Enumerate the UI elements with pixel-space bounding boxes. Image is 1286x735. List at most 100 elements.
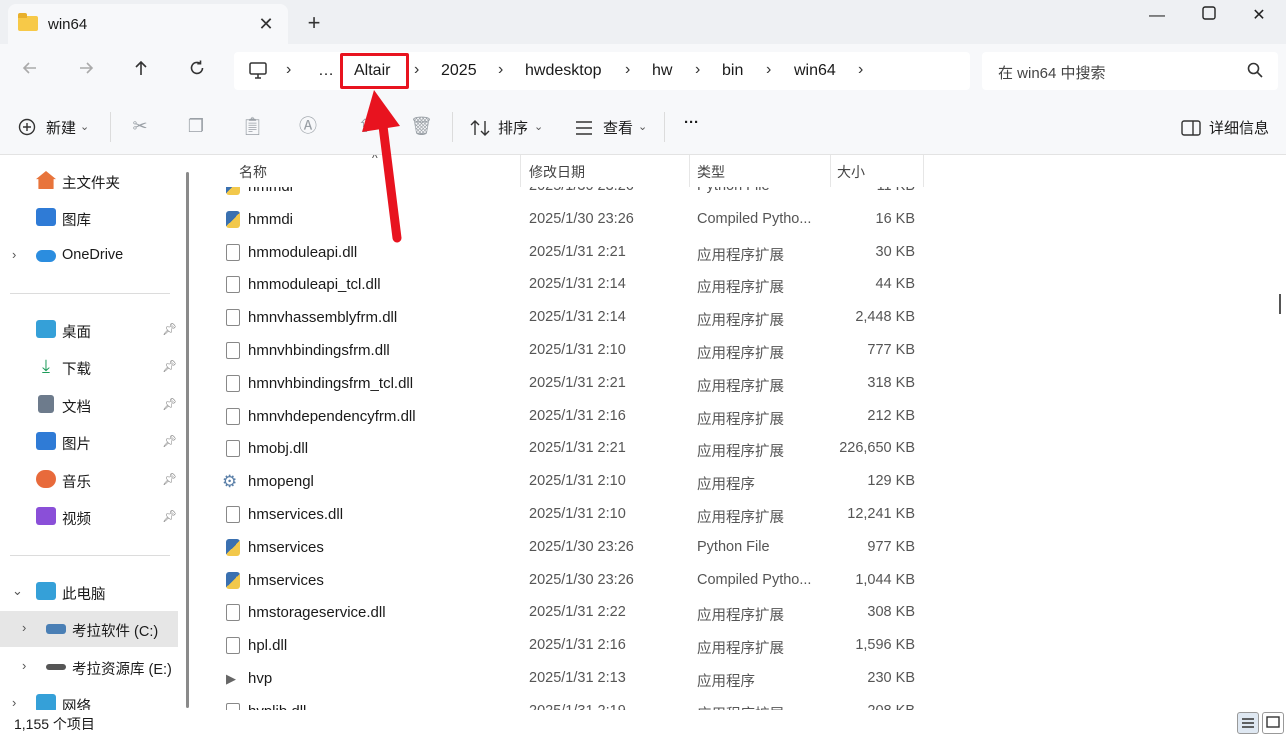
file-row[interactable]: hmmdi 2025/1/30 23:26 Python File 11 KB	[220, 187, 920, 203]
search-box[interactable]: 在 win64 中搜索	[982, 52, 1278, 90]
chevron-right-icon[interactable]: ›	[12, 695, 16, 710]
file-row[interactable]: hmnvhbindingsfrm.dll 2025/1/31 2:10 应用程序扩展…	[220, 334, 920, 367]
cut-icon[interactable]: ✂	[129, 115, 151, 137]
tab-close-button[interactable]: ✕	[254, 12, 278, 36]
file-row[interactable]: hvplib.dll 2025/1/31 2:19 应用程序扩展 208 KB	[220, 695, 920, 710]
search-input[interactable]: 在 win64 中搜索	[998, 62, 1106, 83]
tab-win64[interactable]: win64 ✕	[8, 4, 288, 44]
refresh-icon	[190, 60, 204, 75]
file-size: 230 KB	[867, 670, 915, 686]
more-options-button[interactable]: ···	[684, 114, 699, 131]
breadcrumb-more[interactable]: …	[318, 62, 334, 80]
chevron-right-icon[interactable]: ›	[12, 247, 16, 262]
sidebar-item-documents[interactable]: 文档 📌︎	[0, 387, 182, 423]
column-header-type[interactable]: 类型	[697, 162, 725, 182]
column-divider[interactable]	[830, 155, 831, 187]
column-header-size[interactable]: 大小	[837, 162, 865, 182]
sidebar-item-videos[interactable]: 视频 📌︎	[0, 499, 182, 535]
sort-icon	[470, 120, 490, 136]
close-window-button[interactable]: ✕	[1236, 2, 1282, 32]
dll-file-icon	[226, 374, 240, 392]
new-tab-button[interactable]: +	[300, 10, 328, 38]
file-date: 2025/1/30 23:26	[529, 538, 634, 555]
file-list-scrollbar[interactable]	[1279, 294, 1281, 314]
chevron-down-icon: ⌄	[80, 121, 90, 133]
monitor-icon	[249, 62, 267, 79]
column-header-date[interactable]: 修改日期	[529, 162, 585, 182]
file-row[interactable]: hmnvhassemblyfrm.dll 2025/1/31 2:14 应用程序扩展…	[220, 301, 920, 334]
file-row[interactable]: hmservices 2025/1/30 23:26 Python File 977 …	[220, 531, 920, 564]
sidebar-scrollbar[interactable]	[186, 172, 189, 708]
file-row[interactable]: hmnvhbindingsfrm_tcl.dll 2025/1/31 2:21 应用…	[220, 367, 920, 400]
chevron-right-icon[interactable]: ›	[22, 620, 26, 635]
file-row[interactable]: hmmoduleapi_tcl.dll 2025/1/31 2:14 应用程序扩展 4…	[220, 268, 920, 301]
sidebar-item-drive-e[interactable]: › 考拉资源库 (E:)	[0, 649, 182, 685]
sidebar-item-pictures[interactable]: 图片 📌︎	[0, 424, 182, 460]
copy-icon[interactable]: ❐	[185, 115, 207, 137]
rename-icon[interactable]: Ⓐ	[297, 115, 319, 137]
breadcrumb-win64[interactable]: win64	[794, 62, 836, 80]
details-view-button[interactable]	[1237, 712, 1259, 734]
file-row[interactable]: hmobj.dll 2025/1/31 2:21 应用程序扩展 226,650 KB	[220, 432, 920, 465]
maximize-button[interactable]	[1186, 2, 1232, 32]
view-button[interactable]: 查看	[603, 117, 633, 138]
command-bar: 新建 ⌄ ✂ ❐ 📋︎ Ⓐ ⇪ 🗑︎ 排序 ⌄ 查看 ⌄ ··· 详细信息	[0, 100, 1286, 155]
chevron-down-icon[interactable]: ⌄	[12, 583, 23, 599]
column-header-name[interactable]: 名称	[239, 162, 267, 182]
breadcrumb-bin[interactable]: bin	[722, 62, 743, 80]
sidebar-item-home[interactable]: 主文件夹	[0, 163, 182, 199]
breadcrumb-hw[interactable]: hw	[652, 62, 672, 80]
up-button[interactable]	[127, 58, 155, 86]
minimize-button[interactable]: —	[1134, 2, 1180, 32]
file-row[interactable]: hmservices 2025/1/30 23:26 Compiled Pytho.…	[220, 564, 920, 597]
file-date: 2025/1/31 2:10	[529, 473, 626, 490]
sort-button[interactable]: 排序	[498, 117, 528, 138]
sidebar-item-desktop[interactable]: 桌面 📌︎	[0, 312, 182, 348]
file-date: 2025/1/30 23:26	[529, 210, 634, 227]
breadcrumb-2025[interactable]: 2025	[441, 62, 477, 80]
paste-icon[interactable]: 📋︎	[241, 115, 264, 137]
column-divider[interactable]	[689, 155, 690, 187]
column-divider[interactable]	[520, 155, 521, 187]
file-row[interactable]: hmmdi 2025/1/30 23:26 Compiled Pytho... 16 …	[220, 203, 920, 236]
file-type: Python File	[697, 187, 770, 194]
file-name: hmmoduleapi.dll	[248, 243, 358, 261]
file-row[interactable]: hmmoduleapi.dll 2025/1/31 2:21 应用程序扩展 30 KB	[220, 236, 920, 269]
breadcrumb-hwdesktop[interactable]: hwdesktop	[525, 62, 602, 80]
sidebar-item-onedrive[interactable]: › OneDrive	[0, 238, 182, 274]
sidebar-item-network[interactable]: › 网络	[0, 686, 182, 710]
back-button[interactable]	[16, 58, 44, 86]
file-type: 应用程序扩展	[697, 280, 784, 297]
sidebar-item-this-pc[interactable]: ⌄ 此电脑	[0, 574, 182, 610]
download-icon: ⤓	[42, 356, 50, 376]
chevron-right-icon[interactable]: ›	[22, 658, 26, 673]
dll-file-icon	[226, 604, 240, 622]
refresh-button[interactable]	[183, 58, 211, 86]
file-name: hvplib.dll	[248, 703, 306, 710]
file-row[interactable]: hpl.dll 2025/1/31 2:16 应用程序扩展 1,596 KB	[220, 629, 920, 662]
file-row[interactable]: hmstorageservice.dll 2025/1/31 2:22 应用程序扩展…	[220, 596, 920, 629]
forward-button[interactable]	[72, 58, 100, 86]
sidebar-item-gallery[interactable]: 图库	[0, 200, 182, 236]
video-icon	[36, 507, 56, 525]
file-row[interactable]: ⚙ hmopengl 2025/1/31 2:10 应用程序 129 KB	[220, 465, 920, 498]
file-date: 2025/1/31 2:21	[529, 243, 626, 260]
file-rows: hmmdi2025/1/30 23:26Python File11 KBhmmd…	[200, 187, 1280, 710]
file-size: 226,650 KB	[839, 440, 915, 457]
new-button[interactable]: 新建	[46, 117, 76, 138]
file-row[interactable]: ▶ hvp 2025/1/31 2:13 应用程序 230 KB	[220, 662, 920, 695]
sidebar-item-music[interactable]: 音乐 📌︎	[0, 462, 182, 498]
column-divider[interactable]	[923, 155, 924, 187]
file-date: 2025/1/31 2:10	[529, 506, 626, 522]
plus-circle-icon	[18, 118, 36, 136]
sidebar-item-drive-c[interactable]: › 考拉软件 (C:)	[0, 611, 178, 647]
cloud-icon	[36, 250, 56, 262]
pin-icon: 📌︎	[162, 359, 178, 373]
file-row[interactable]: hmnvhdependencyfrm.dll 2025/1/31 2:16 应用程序…	[220, 400, 920, 433]
file-row[interactable]: hmservices.dll 2025/1/31 2:10 应用程序扩展 12,241…	[220, 498, 920, 531]
file-type: 应用程序扩展	[697, 247, 784, 264]
details-button[interactable]: 详细信息	[1209, 117, 1269, 138]
arrow-up-icon	[135, 60, 147, 75]
sidebar-item-downloads[interactable]: ⤓ 下载 📌︎	[0, 349, 182, 385]
tiles-view-button[interactable]	[1262, 712, 1284, 734]
